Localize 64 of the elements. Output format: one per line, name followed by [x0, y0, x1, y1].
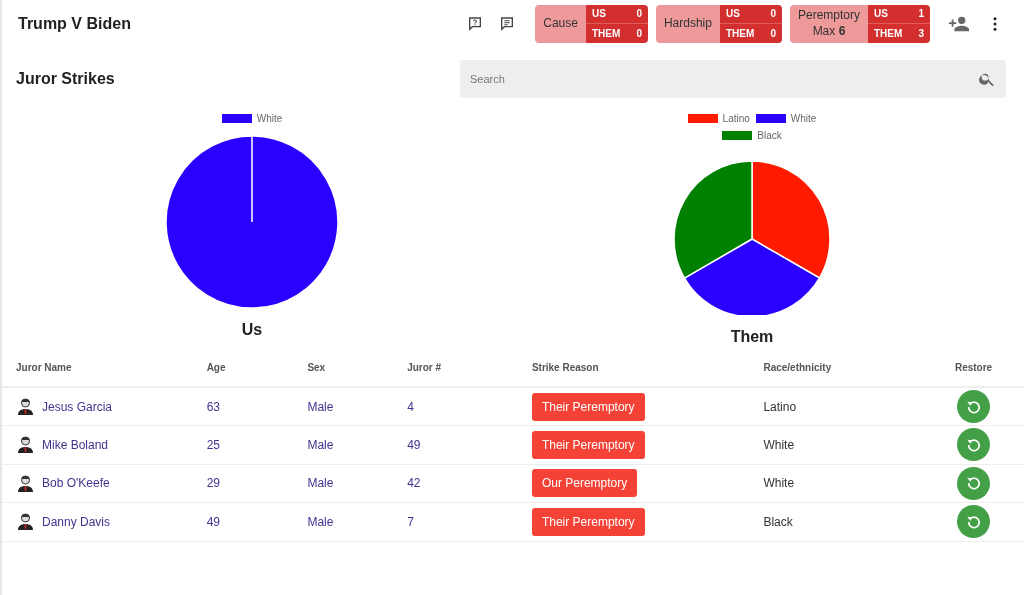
- juror-name[interactable]: Danny Davis: [42, 512, 111, 531]
- avatar-icon: [18, 474, 33, 492]
- avatar-icon: [18, 513, 33, 531]
- legend-label: Latino: [722, 112, 750, 126]
- legend-label: White: [790, 112, 817, 126]
- race-cell: White: [763, 476, 795, 491]
- side-label: US: [591, 7, 606, 22]
- counter-label: Cause: [543, 15, 578, 32]
- column-header: Race/ethnicity: [763, 362, 832, 373]
- max-label: Max 6: [812, 23, 846, 40]
- age-cell: 63: [206, 399, 220, 414]
- side-label: THEM: [874, 26, 903, 41]
- side-label: US: [874, 7, 888, 22]
- juror-number: 7: [407, 514, 414, 529]
- side-label: THEM: [591, 26, 621, 41]
- app-title: Trump V Biden: [18, 13, 131, 34]
- legend-label: White: [256, 112, 283, 126]
- count-value: 3: [918, 26, 924, 41]
- avatar-icon: [18, 436, 33, 454]
- column-header: Sex: [307, 362, 326, 373]
- chart-title: Us: [241, 320, 263, 340]
- juror-number: 4: [407, 399, 414, 414]
- juror-number: 49: [407, 437, 421, 452]
- column-header: Juror #: [407, 362, 442, 373]
- column-header: Age: [206, 362, 226, 373]
- juror-name[interactable]: Jesus Garcia: [42, 397, 113, 416]
- sex-cell: Male: [307, 514, 334, 529]
- avatar-icon: [18, 398, 33, 415]
- count-value: 0: [636, 7, 642, 22]
- side-label: US: [725, 7, 740, 22]
- strike-reason-button[interactable]: Our Peremptory: [531, 469, 638, 498]
- age-cell: 49: [206, 514, 220, 529]
- race-cell: White: [763, 437, 795, 452]
- strike-reason-button[interactable]: Their Peremptory: [531, 507, 645, 536]
- sex-cell: Male: [307, 399, 334, 414]
- column-header: Juror Name: [16, 362, 72, 373]
- sex-cell: Male: [307, 476, 334, 491]
- race-cell: Black: [763, 514, 793, 529]
- sex-cell: Male: [307, 437, 334, 452]
- count-value: 0: [636, 26, 642, 41]
- strike-reason-button[interactable]: Their Peremptory: [531, 430, 645, 459]
- race-cell: Latino: [763, 399, 797, 414]
- counter-label: Hardship: [663, 15, 712, 32]
- juror-name[interactable]: Bob O'Keefe: [42, 474, 110, 493]
- count-value: 1: [918, 7, 924, 22]
- side-label: THEM: [725, 26, 755, 41]
- count-value: 0: [770, 7, 776, 22]
- restore-button[interactable]: [957, 390, 991, 423]
- counter-label: Peremptory: [797, 7, 860, 24]
- search-field[interactable]: Search: [460, 60, 1006, 98]
- chart-title: Them: [730, 327, 774, 347]
- age-cell: 29: [206, 476, 220, 491]
- juror-name[interactable]: Mike Boland: [42, 435, 109, 454]
- restore-button[interactable]: [957, 428, 991, 462]
- age-cell: 25: [206, 437, 220, 452]
- legend-label: Black: [757, 129, 782, 143]
- restore-button[interactable]: [957, 505, 991, 539]
- column-header: Restore: [954, 362, 993, 373]
- restore-button[interactable]: [957, 466, 991, 500]
- juror-number: 42: [407, 476, 421, 491]
- section-title: Juror Strikes: [16, 69, 115, 89]
- count-value: 0: [770, 26, 776, 41]
- column-header: Strike Reason: [531, 362, 599, 373]
- strike-reason-button[interactable]: Their Peremptory: [531, 392, 645, 421]
